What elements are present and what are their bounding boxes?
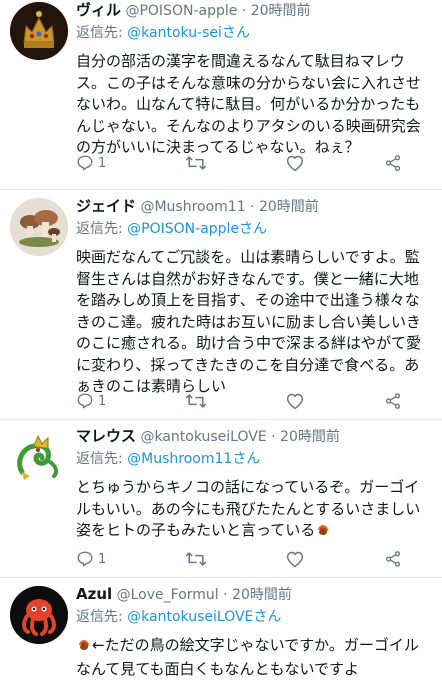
reply-count: 1 <box>98 551 107 567</box>
reply-prefix: 返信先: <box>76 25 128 41</box>
reply-suffix: さん <box>221 25 250 41</box>
tweet-header: マレウス @kantokuseiLOVE · 20時間前 <box>76 426 434 447</box>
turkey-emoji-icon <box>315 521 331 544</box>
tweet-actions: 1 <box>76 152 402 174</box>
reply-context: 返信先: @kantoku-seiさん <box>76 23 434 43</box>
display-name[interactable]: マレウス <box>76 427 136 445</box>
reply-handle-link[interactable]: @Mushroom11 <box>127 451 232 467</box>
display-name[interactable]: ヴィル <box>76 1 121 19</box>
reply-icon <box>76 550 94 568</box>
reply-context: 返信先: @POISON-appleさん <box>76 219 434 239</box>
share-icon <box>384 154 402 172</box>
tweet-header: ジェイド @Mushroom11 · 20時間前 <box>76 196 434 217</box>
retweet-icon <box>185 154 207 172</box>
tweet[interactable]: Azul @Love_Formul · 20時間前 返信先: @kantokus… <box>0 578 442 680</box>
reply-icon <box>76 154 94 172</box>
dragon-avatar-icon[interactable] <box>10 428 68 486</box>
timestamp[interactable]: 20時間前 <box>259 199 319 215</box>
user-handle[interactable]: @POISON-apple <box>125 3 237 19</box>
crown-avatar-icon[interactable] <box>10 2 68 60</box>
reply-handle-link[interactable]: @POISON-apple <box>127 221 239 237</box>
reply-button[interactable]: 1 <box>76 154 106 172</box>
reply-handle-link[interactable]: @kantokuseiLOVE <box>127 609 253 625</box>
share-button[interactable] <box>384 392 402 410</box>
tweet-text-line: ←ただの鳥の絵文字じゃないですか。ガーゴイル <box>92 636 419 654</box>
retweet-button[interactable] <box>185 154 207 172</box>
retweet-icon <box>185 550 207 568</box>
timestamp[interactable]: 20時間前 <box>251 3 311 19</box>
tweet[interactable]: ヴィル @POISON-apple · 20時間前 返信先: @kantoku-… <box>0 0 442 190</box>
tweet-text-line: 督生さんは自然がお好きなんです。僕と一緒に大地 <box>76 269 419 288</box>
like-button[interactable] <box>285 392 305 410</box>
separator-dot: · <box>250 199 255 215</box>
like-icon <box>285 154 305 172</box>
reply-handle-link[interactable]: @kantoku-sei <box>127 25 222 41</box>
tweet[interactable]: ジェイド @Mushroom11 · 20時間前 返信先: @POISON-ap… <box>0 190 442 420</box>
tweet-header: ヴィル @POISON-apple · 20時間前 <box>76 0 434 21</box>
like-button[interactable] <box>285 550 305 568</box>
display-name[interactable]: Azul <box>76 585 112 603</box>
reply-prefix: 返信先: <box>76 221 128 237</box>
share-button[interactable] <box>384 154 402 172</box>
tweet-text-line: きのこ達。疲れた時はお互いに励まし合い美しいき <box>76 312 422 331</box>
tweet-text-line: に変わり、採ってきたきのこを自分達で食べる。あ <box>76 355 420 374</box>
timestamp[interactable]: 20時間前 <box>232 587 292 603</box>
retweet-button[interactable] <box>185 392 207 410</box>
tweet-header: Azul @Love_Formul · 20時間前 <box>76 584 434 605</box>
mushroom-avatar-icon[interactable] <box>10 198 68 256</box>
reply-icon <box>76 392 94 410</box>
share-button[interactable] <box>384 550 402 568</box>
reply-suffix: さん <box>232 451 261 467</box>
separator-dot: · <box>241 3 247 19</box>
reply-button[interactable]: 1 <box>76 392 106 410</box>
reply-context: 返信先: @kantokuseiLOVEさん <box>76 607 434 627</box>
tweet-text-line: ないわ。山なんて特に駄目。何がいるか分かったも <box>76 95 421 113</box>
tweet-actions: 1 <box>76 548 402 570</box>
turkey-emoji-icon <box>76 636 92 659</box>
tweet-text-line: なんて見ても面白くもなんともないですよ <box>76 659 360 678</box>
tweet-text-line: ス。この子はそんな意味の分からない会に入れさせ <box>76 73 422 92</box>
like-button[interactable] <box>285 154 305 172</box>
reply-prefix: 返信先: <box>76 451 128 467</box>
tweet-text-line: 姿をヒトの子もみたいと言っている <box>76 521 316 539</box>
tweet-text: とちゅうからキノコの話になっているぞ。ガーゴイ ルもいい。あの今にも飛びたたんと… <box>76 477 434 544</box>
share-icon <box>384 550 402 568</box>
separator-dot: · <box>223 587 228 603</box>
tweet-text-line: んじゃない。そんなのよりアタシのいる映画研究会 <box>76 116 421 135</box>
octopus-avatar-icon[interactable] <box>10 586 68 644</box>
reply-context: 返信先: @Mushroom11さん <box>76 449 434 469</box>
display-name[interactable]: ジェイド <box>76 197 136 215</box>
like-icon <box>285 550 305 568</box>
share-icon <box>384 392 402 410</box>
like-icon <box>285 392 305 410</box>
retweet-button[interactable] <box>185 550 207 568</box>
reply-button[interactable]: 1 <box>76 550 106 568</box>
reply-suffix: さん <box>253 609 282 625</box>
timestamp[interactable]: 20時間前 <box>280 429 340 445</box>
tweet-text: 映画だなんてご冗談を。山は素晴らしいですよ。監 督生さんは自然がお好きなんです。… <box>76 247 434 398</box>
tweet-text: 自分の部活の漢字を間違えるなんて駄目ねマレウ ス。この子はそんな意味の分からない… <box>76 51 434 159</box>
tweet-text-line: のこに癒される。助け合う中で深まる絆はやがて愛 <box>76 334 422 352</box>
reply-count: 1 <box>98 155 107 171</box>
separator-dot: · <box>271 429 276 445</box>
tweet-actions: 1 <box>76 390 402 412</box>
tweet-text-line: を踏みしめ頂上を目指す、その途中で出逢う様々な <box>76 291 420 309</box>
user-handle[interactable]: @kantokuseiLOVE <box>140 429 266 445</box>
tweet-text-line: 自分の部活の漢字を間違えるなんて駄目ねマレウ <box>76 52 405 70</box>
tweet-text-line: とちゅうからキノコの話になっているぞ。ガーゴイ <box>76 478 420 496</box>
tweet[interactable]: マレウス @kantokuseiLOVE · 20時間前 返信先: @Mushr… <box>0 420 442 578</box>
user-handle[interactable]: @Love_Formul <box>117 587 219 603</box>
tweet-text-line: 映画だなんてご冗談を。山は素晴らしいですよ。監 <box>76 248 420 266</box>
reply-prefix: 返信先: <box>76 609 128 625</box>
retweet-icon <box>185 392 207 410</box>
tweet-text: ←ただの鳥の絵文字じゃないですか。ガーゴイル なんて見ても面白くもなんともないで… <box>76 635 434 680</box>
user-handle[interactable]: @Mushroom11 <box>140 199 245 215</box>
tweet-text-line: ルもいい。あの今にも飛びたたんとするいさましい <box>76 499 421 518</box>
reply-count: 1 <box>98 393 107 409</box>
reply-suffix: さん <box>239 221 268 237</box>
